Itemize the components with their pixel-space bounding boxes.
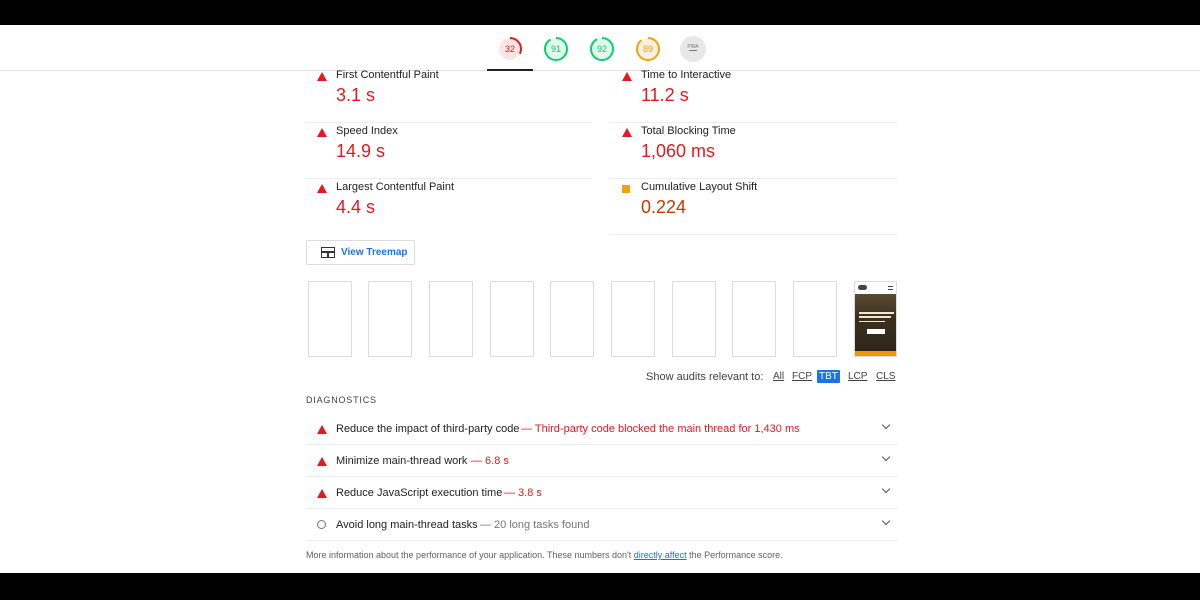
circle-info-icon — [317, 520, 326, 529]
metric-total-blocking-time: Total Blocking Time 1,060 ms — [611, 123, 897, 179]
gauge-performance[interactable]: 32 — [497, 36, 523, 62]
footnote-text-post: the Performance score. — [686, 550, 783, 560]
triangle-fail-icon — [317, 128, 327, 137]
filmstrip-frame — [490, 281, 534, 357]
metric-first-contentful-paint: First Contentful Paint 3.1 s — [306, 67, 592, 123]
audit-title: Reduce JavaScript execution time — [336, 487, 503, 499]
metric-value: 0.224 — [641, 197, 687, 217]
filter-chip-lcp[interactable]: LCP — [848, 370, 867, 383]
metric-label: Largest Contentful Paint — [336, 181, 455, 193]
triangle-fail-icon — [317, 184, 327, 193]
view-treemap-label: View Treemap — [341, 247, 408, 258]
metric-label: Cumulative Layout Shift — [641, 181, 758, 193]
audit-javascript-execution[interactable]: Reduce JavaScript execution time — 3.8 s — [306, 477, 897, 509]
metric-cumulative-layout-shift: Cumulative Layout Shift 0.224 — [611, 179, 897, 235]
audit-third-party-code[interactable]: Reduce the impact of third-party code — … — [306, 413, 897, 445]
gauge-accessibility[interactable]: 91 — [543, 36, 569, 62]
chevron-down-icon[interactable] — [881, 484, 891, 494]
metric-value: 3.1 s — [336, 85, 376, 105]
audit-detail: — Third-party code blocked the main thre… — [521, 423, 800, 435]
audit-detail: — 6.8 s — [471, 455, 509, 467]
metric-label: Total Blocking Time — [641, 125, 736, 137]
metric-value: 14.9 s — [336, 141, 386, 161]
gauge-score: 89 — [642, 44, 653, 54]
audit-main-thread-work[interactable]: Minimize main-thread work — 6.8 s — [306, 445, 897, 477]
triangle-fail-icon — [622, 72, 632, 81]
filter-chip-all[interactable]: All — [773, 370, 784, 383]
filmstrip-frame — [368, 281, 412, 357]
audit-long-main-thread-tasks[interactable]: Avoid long main-thread tasks — 20 long t… — [306, 509, 897, 541]
view-treemap-button[interactable]: View Treemap — [306, 240, 415, 265]
pwa-badge-icon[interactable]: PWA — [680, 36, 706, 62]
metric-speed-index: Speed Index 14.9 s — [306, 123, 592, 179]
metric-label: Time to Interactive — [641, 69, 732, 81]
category-gauges-bar: 32 91 92 89 PWA — [0, 25, 1200, 71]
filter-chip-tbt[interactable]: TBT — [817, 370, 840, 383]
gauge-score: 91 — [550, 44, 561, 54]
metric-value: 4.4 s — [336, 197, 376, 217]
filmstrip-frame — [550, 281, 594, 357]
triangle-fail-icon — [622, 128, 632, 137]
filmstrip-frame — [308, 281, 352, 357]
triangle-fail-icon — [317, 425, 327, 434]
performance-footnote: More information about the performance o… — [306, 550, 783, 560]
audit-detail: — 3.8 s — [504, 487, 542, 499]
metric-label: Speed Index — [336, 125, 398, 137]
audit-title: Reduce the impact of third-party code — [336, 423, 520, 435]
diagnostics-header: DIAGNOSTICS — [306, 395, 377, 405]
chevron-down-icon[interactable] — [881, 420, 891, 430]
triangle-fail-icon — [317, 72, 327, 81]
audit-filter-label: Show audits relevant to: — [646, 371, 764, 383]
chevron-down-icon[interactable] — [881, 452, 891, 462]
report-page: 32 91 92 89 PWA First Contentful Paint 3… — [0, 25, 1200, 573]
metric-value: 11.2 s — [641, 85, 689, 105]
triangle-fail-icon — [317, 457, 327, 466]
filter-chip-fcp[interactable]: FCP — [792, 370, 812, 383]
gauge-score: 32 — [504, 44, 515, 54]
filmstrip-frame — [732, 281, 776, 357]
filmstrip-frame — [611, 281, 655, 357]
filmstrip-frame-rendered — [854, 281, 897, 357]
gauge-best-practices[interactable]: 92 — [589, 36, 615, 62]
square-average-icon — [622, 184, 630, 193]
metric-time-to-interactive: Time to Interactive 11.2 s — [611, 67, 897, 123]
metric-label: First Contentful Paint — [336, 69, 439, 81]
gauge-seo[interactable]: 89 — [635, 36, 661, 62]
treemap-icon — [321, 247, 335, 258]
filmstrip-frame — [793, 281, 837, 357]
gauge-score: 92 — [596, 44, 607, 54]
audit-title: Avoid long main-thread tasks — [336, 519, 478, 531]
metric-largest-contentful-paint: Largest Contentful Paint 4.4 s — [306, 179, 592, 235]
audit-detail: — 20 long tasks found — [480, 519, 590, 531]
filmstrip-frame — [672, 281, 716, 357]
filmstrip-frame — [429, 281, 473, 357]
footnote-text-pre: More information about the performance o… — [306, 550, 634, 560]
filter-chip-cls[interactable]: CLS — [876, 370, 895, 383]
metric-value: 1,060 ms — [641, 141, 716, 161]
audit-title: Minimize main-thread work — [336, 455, 468, 467]
triangle-fail-icon — [317, 489, 327, 498]
directly-affect-link[interactable]: directly affect — [634, 550, 687, 560]
chevron-down-icon[interactable] — [881, 516, 891, 526]
